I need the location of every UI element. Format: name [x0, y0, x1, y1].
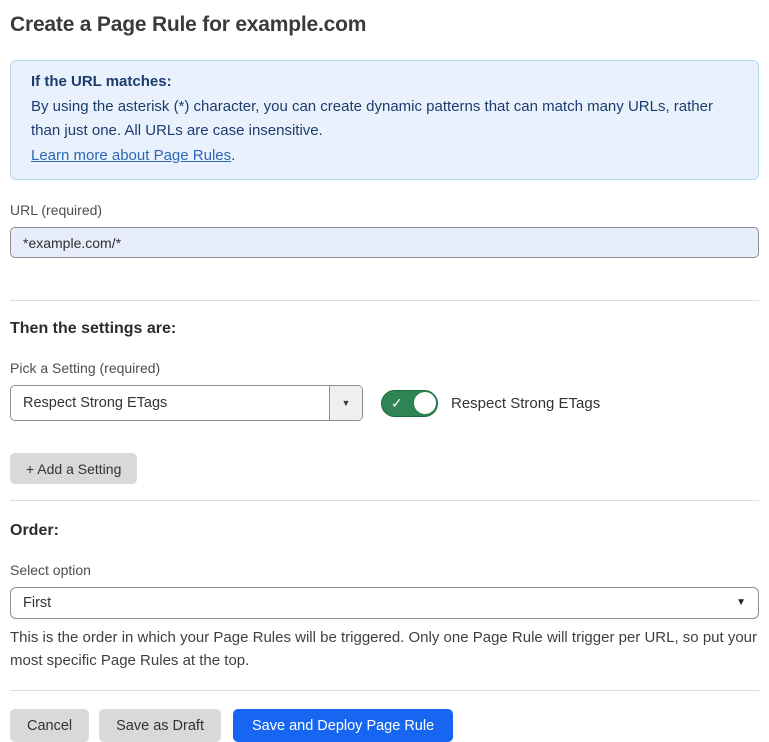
section-divider: [10, 300, 759, 301]
settings-section-heading: Then the settings are:: [10, 320, 759, 338]
save-deploy-button[interactable]: Save and Deploy Page Rule: [233, 709, 453, 742]
order-description: This is the order in which your Page Rul…: [10, 626, 759, 672]
setting-row: Respect Strong ETags ▼ ✓ Respect Strong …: [10, 385, 759, 421]
link-suffix: .: [231, 147, 235, 164]
footer-button-row: Cancel Save as Draft Save and Deploy Pag…: [10, 709, 759, 742]
info-box-heading: If the URL matches:: [31, 70, 738, 95]
section-divider: [10, 500, 759, 501]
info-box-link-line: Learn more about Page Rules.: [31, 144, 738, 169]
order-select[interactable]: First ▼: [10, 587, 759, 619]
page-title: Create a Page Rule for example.com: [10, 13, 759, 37]
footer-divider: [10, 690, 759, 691]
url-input[interactable]: [10, 227, 759, 258]
check-icon: ✓: [391, 396, 403, 410]
url-label: URL (required): [10, 202, 759, 218]
info-box-body: By using the asterisk (*) character, you…: [31, 95, 738, 144]
setting-select[interactable]: Respect Strong ETags ▼: [10, 385, 363, 421]
create-page-rule-form: Create a Page Rule for example.com If th…: [0, 13, 769, 742]
cancel-button[interactable]: Cancel: [10, 709, 89, 742]
url-match-info-box: If the URL matches: By using the asteris…: [10, 60, 759, 180]
order-section-heading: Order:: [10, 522, 759, 540]
caret-down-icon: ▼: [736, 598, 746, 608]
learn-more-link[interactable]: Learn more about Page Rules: [31, 147, 231, 164]
setting-select-value: Respect Strong ETags: [11, 395, 329, 411]
add-setting-button[interactable]: + Add a Setting: [10, 453, 137, 484]
order-select-label: Select option: [10, 562, 759, 578]
caret-down-icon: ▼: [342, 399, 351, 408]
save-draft-button[interactable]: Save as Draft: [99, 709, 221, 742]
etags-toggle-label: Respect Strong ETags: [451, 395, 600, 412]
order-select-value: First: [23, 595, 736, 611]
toggle-knob: [414, 392, 436, 414]
pick-setting-label: Pick a Setting (required): [10, 360, 759, 376]
setting-select-arrow-button[interactable]: ▼: [329, 386, 362, 420]
etags-toggle[interactable]: ✓: [381, 390, 438, 417]
